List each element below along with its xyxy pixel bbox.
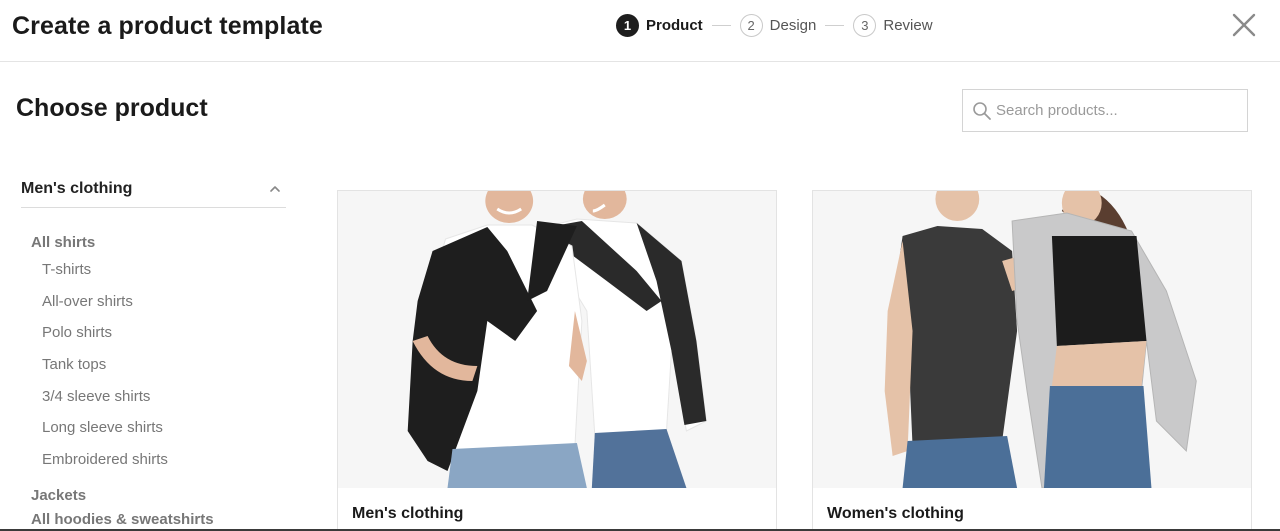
step-number: 1 [616,13,639,37]
modal-header: Create a product template 1 Product 2 De… [0,0,1280,62]
product-card-womens-clothing[interactable]: Women's clothing [812,190,1252,531]
women-clothing-photo [813,191,1251,488]
subcategory-list: T-shirts All-over shirts Polo shirts Tan… [21,254,286,476]
search-icon [973,101,991,120]
sidebar-item-all-over-shirts[interactable]: All-over shirts [42,286,286,318]
step-review[interactable]: 3 Review [853,13,933,37]
sidebar-item-polo-shirts[interactable]: Polo shirts [42,317,286,349]
progress-stepper: 1 Product 2 Design 3 Review [616,13,933,37]
men-clothing-photo [338,191,776,488]
search-input[interactable] [996,95,1236,126]
sidebar-item-three-quarter-sleeve-shirts[interactable]: 3/4 sleeve shirts [42,381,286,413]
close-icon [1232,13,1256,37]
sidebar-item-embroidered-shirts[interactable]: Embroidered shirts [42,444,286,476]
step-label: Review [883,16,933,34]
sidebar-item-t-shirts[interactable]: T-shirts [42,254,286,286]
chevron-up-icon[interactable] [268,182,282,196]
category-sidebar: Men's clothing All shirts T-shirts All-o… [21,170,286,531]
step-label: Product [646,16,703,34]
subcategory-hoodies-sweatshirts[interactable]: All hoodies & sweatshirts [31,510,286,530]
product-card-mens-clothing[interactable]: Men's clothing [337,190,777,531]
category-label: Men's clothing [21,179,133,197]
step-design[interactable]: 2 Design [739,13,817,37]
sidebar-item-long-sleeve-shirts[interactable]: Long sleeve shirts [42,412,286,444]
subcategory-jackets[interactable]: Jackets [31,486,286,506]
modal-title: Create a product template [12,12,323,40]
step-connector [825,24,845,26]
page-title: Choose product [16,94,208,122]
step-number: 2 [739,13,763,37]
close-button[interactable] [1230,11,1258,39]
step-label: Design [769,16,817,34]
product-card-label: Women's clothing [827,505,964,522]
step-product[interactable]: 1 Product [616,13,703,37]
category-header-mens-clothing[interactable]: Men's clothing [21,170,286,208]
step-connector [711,24,731,26]
subcategory-all-shirts[interactable]: All shirts [31,234,286,254]
search-box[interactable] [962,89,1248,132]
step-number: 3 [853,13,877,37]
sidebar-item-tank-tops[interactable]: Tank tops [42,349,286,381]
product-card-label: Men's clothing [352,505,464,522]
